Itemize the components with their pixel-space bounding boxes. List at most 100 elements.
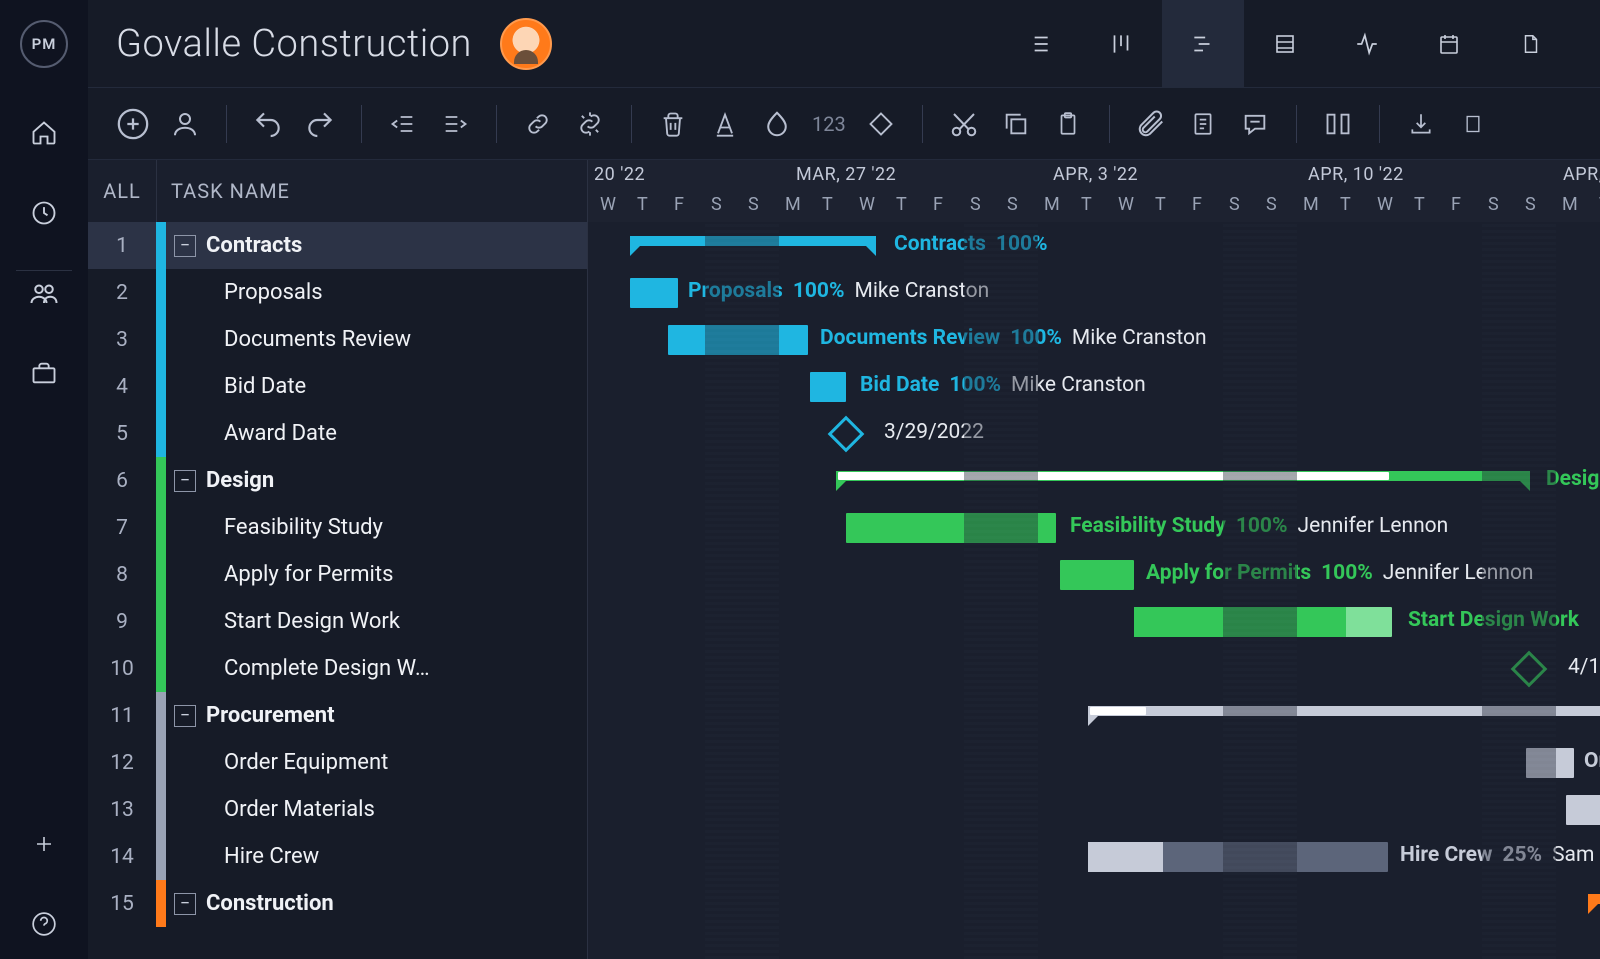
column-all[interactable]: ALL xyxy=(88,179,156,203)
logo[interactable]: PM xyxy=(20,20,68,68)
task-row[interactable]: 10Complete Design W… xyxy=(88,645,587,692)
task-row[interactable]: 15−Construction xyxy=(88,880,587,927)
gantt-task-bar[interactable] xyxy=(1566,795,1600,825)
row-color-bar xyxy=(156,457,166,504)
view-board-icon[interactable] xyxy=(1080,0,1162,88)
day-label: W xyxy=(1118,194,1134,215)
notes-icon[interactable] xyxy=(1182,103,1224,145)
indent-icon[interactable] xyxy=(434,103,476,145)
undo-icon[interactable] xyxy=(247,103,289,145)
gantt-bar-label: 4/18/20 xyxy=(1568,655,1600,679)
gantt-milestone[interactable] xyxy=(828,416,865,453)
view-file-icon[interactable] xyxy=(1490,0,1572,88)
assign-icon[interactable] xyxy=(164,103,206,145)
people-icon[interactable] xyxy=(29,278,59,308)
task-name: Documents Review xyxy=(166,327,587,352)
task-row[interactable]: 2 Proposals xyxy=(88,269,587,316)
row-color-bar xyxy=(156,363,166,410)
row-color-bar xyxy=(156,222,166,269)
day-label: T xyxy=(896,194,907,215)
textstyle-icon[interactable] xyxy=(704,103,746,145)
row-number: 6 xyxy=(88,469,156,493)
day-label: T xyxy=(637,194,648,215)
add-task-icon[interactable] xyxy=(112,103,154,145)
paste-icon[interactable] xyxy=(1047,103,1089,145)
task-row[interactable]: 6−Design xyxy=(88,457,587,504)
export-icon[interactable] xyxy=(1452,103,1494,145)
task-name: Proposals xyxy=(166,280,587,305)
task-row[interactable]: 5 Award Date xyxy=(88,410,587,457)
task-name: Award Date xyxy=(166,421,587,446)
color-icon[interactable] xyxy=(756,103,798,145)
header: Govalle Construction xyxy=(88,0,1600,88)
row-number: 15 xyxy=(88,892,156,916)
collapse-icon[interactable]: − xyxy=(174,235,196,257)
row-number: 14 xyxy=(88,845,156,869)
outdent-icon[interactable] xyxy=(382,103,424,145)
task-row[interactable]: 3 Documents Review xyxy=(88,316,587,363)
gantt-chart[interactable]: , 20 '22MAR, 27 '22APR, 3 '22APR, 10 '22… xyxy=(588,160,1600,959)
day-label: S xyxy=(748,194,759,215)
import-icon[interactable] xyxy=(1400,103,1442,145)
row-color-bar xyxy=(156,598,166,645)
day-label: T xyxy=(1081,194,1092,215)
view-activity-icon[interactable] xyxy=(1326,0,1408,88)
task-row[interactable]: 1−Contracts xyxy=(88,222,587,269)
cut-icon[interactable] xyxy=(943,103,985,145)
row-color-bar xyxy=(156,316,166,363)
month-label: APR, 3 '22 xyxy=(1053,164,1138,185)
redo-icon[interactable] xyxy=(299,103,341,145)
row-number: 3 xyxy=(88,328,156,352)
row-number: 5 xyxy=(88,422,156,446)
gantt-task-bar[interactable] xyxy=(810,372,846,402)
view-switcher xyxy=(998,0,1572,88)
task-name: Apply for Permits xyxy=(166,562,587,587)
collapse-icon[interactable]: − xyxy=(174,705,196,727)
columns-icon[interactable] xyxy=(1317,103,1359,145)
milestone-icon[interactable] xyxy=(860,103,902,145)
day-label: S xyxy=(1266,194,1277,215)
day-label: F xyxy=(1451,194,1461,215)
row-number: 4 xyxy=(88,375,156,399)
view-gantt-icon[interactable] xyxy=(1162,0,1244,88)
collapse-icon[interactable]: − xyxy=(174,470,196,492)
view-sheet-icon[interactable] xyxy=(1244,0,1326,88)
collapse-icon[interactable]: − xyxy=(174,893,196,915)
task-row[interactable]: 11−Procurement xyxy=(88,692,587,739)
avatar[interactable] xyxy=(500,18,552,70)
row-color-bar xyxy=(156,410,166,457)
gantt-summary-bar[interactable] xyxy=(836,471,1530,481)
clock-icon[interactable] xyxy=(29,198,59,228)
help-icon[interactable] xyxy=(29,909,59,939)
task-row[interactable]: 7Feasibility Study xyxy=(88,504,587,551)
row-number: 1 xyxy=(88,234,156,258)
add-icon[interactable] xyxy=(29,829,59,859)
row-color-bar xyxy=(156,833,166,880)
row-number: 7 xyxy=(88,516,156,540)
toolbar: 123 xyxy=(88,88,1600,160)
delete-icon[interactable] xyxy=(652,103,694,145)
task-row[interactable]: 9Start Design Work xyxy=(88,598,587,645)
task-row[interactable]: 8Apply for Permits xyxy=(88,551,587,598)
task-row[interactable]: 12Order Equipment xyxy=(88,739,587,786)
briefcase-icon[interactable] xyxy=(29,358,59,388)
gantt-task-bar[interactable] xyxy=(630,278,678,308)
day-label: T xyxy=(1340,194,1351,215)
unlink-icon[interactable] xyxy=(569,103,611,145)
column-taskname[interactable]: TASK NAME xyxy=(157,179,290,203)
copy-icon[interactable] xyxy=(995,103,1037,145)
task-row[interactable]: 13Order Materials xyxy=(88,786,587,833)
attachment-icon[interactable] xyxy=(1130,103,1172,145)
view-list-icon[interactable] xyxy=(998,0,1080,88)
task-name: Order Equipment xyxy=(166,750,587,775)
link-icon[interactable] xyxy=(517,103,559,145)
task-row[interactable]: 4Bid Date xyxy=(88,363,587,410)
gantt-task-bar[interactable] xyxy=(1060,560,1134,590)
view-calendar-icon[interactable] xyxy=(1408,0,1490,88)
day-label: S xyxy=(1229,194,1240,215)
row-number: 2 xyxy=(88,281,156,305)
home-icon[interactable] xyxy=(29,118,59,148)
task-row[interactable]: 14Hire Crew xyxy=(88,833,587,880)
comment-icon[interactable] xyxy=(1234,103,1276,145)
gantt-summary-bar[interactable] xyxy=(1588,894,1600,904)
